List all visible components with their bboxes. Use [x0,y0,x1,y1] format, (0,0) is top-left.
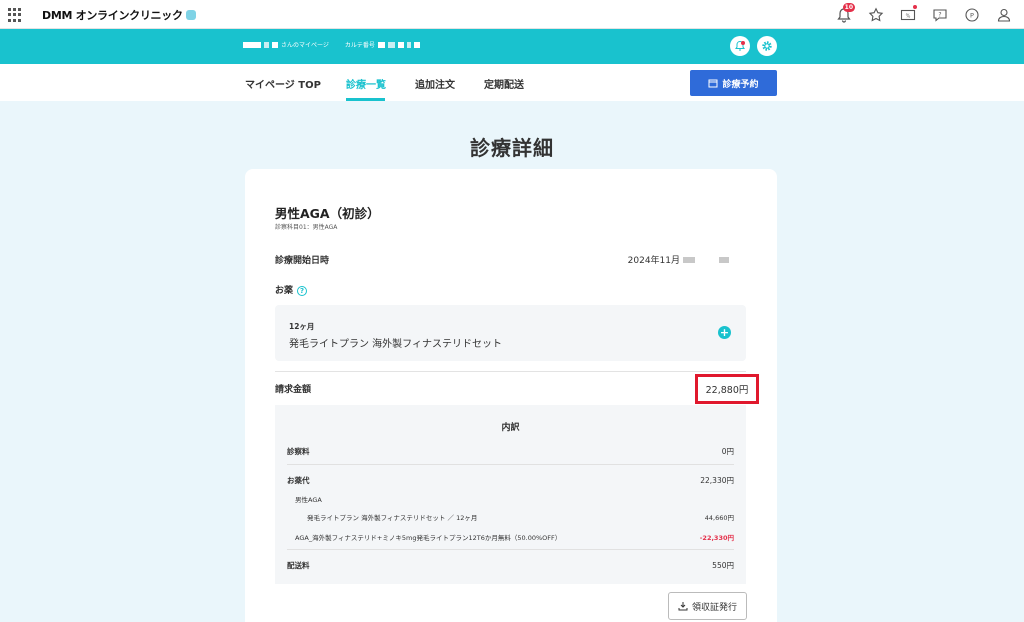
billing-label: 請求金額 [275,385,312,395]
brand-logo[interactable]: DMM オンラインクリニック [42,7,196,23]
consult-fee-row: 診察料 0円 [287,447,734,456]
divider [275,371,746,372]
medicine-label: お薬 [275,286,294,296]
main-nav: マイページ TOP 診療一覧 追加注文 定期配送 診療予約 [0,64,1024,101]
greeting: さんのマイページ カルテ番号 [243,40,420,49]
bell-icon[interactable]: 10 [834,3,855,25]
plan-title: 男性AGA（初診） [275,206,380,221]
billing-total-value: 22,880円 [695,374,759,404]
chart-number-label: カルテ番号 [344,42,375,49]
top-bar: DMM オンラインクリニック 10 % ? P [0,0,1024,29]
page-title: 診療詳細 [470,136,554,160]
star-icon[interactable] [866,5,886,25]
notification-count-badge: 10 [842,3,855,12]
consultation-detail-card: 男性AGA（初診） 診察科目01：男性AGA 診療開始日時 2024年11月 お… [245,169,777,622]
greeting-suffix: さんのマイページ [281,42,329,49]
divider [287,464,734,465]
breakdown-category: 男性AGA [295,496,322,504]
breakdown-item-row: 発毛ライトプラン 海外製フィナステリドセット ／ 12ヶ月 44,660円 [307,514,734,522]
shipping-fee-row: 配送料 550円 [287,561,734,570]
breakdown-title: 内訳 [501,423,520,433]
svg-text:?: ? [938,12,941,19]
medicine-name: 発毛ライトプラン 海外製フィナステリドセット [289,339,502,350]
chat-icon[interactable]: ? [930,5,950,25]
download-icon [678,602,688,611]
issue-receipt-button[interactable]: 領収証発行 [668,592,747,620]
active-tab-indicator [346,98,385,101]
nav-item-mypage-top[interactable]: マイページ TOP [245,76,321,91]
breakdown-box: 内訳 診察料 0円 お薬代 22,330円 男性AGA 発毛ライトプラン 海外製フィ… [275,405,746,584]
question-circle-icon[interactable]: ? [297,286,308,296]
svg-text:P: P [970,12,974,20]
grid-icon[interactable] [8,8,22,22]
medicine-fee-row: お薬代 22,330円 [287,476,734,485]
medicine-box[interactable]: 12ヶ月 発毛ライトプラン 海外製フィナステリドセット + [275,305,746,361]
plan-subtitle: 診察科目01：男性AGA [275,224,338,231]
nav-item-consultation-list[interactable]: 診療一覧 [346,76,386,91]
nav-item-regular-delivery[interactable]: 定期配送 [484,76,524,91]
medicine-duration: 12ヶ月 [289,322,315,331]
start-datetime-label: 診療開始日時 [275,256,330,266]
notification-icon[interactable] [730,36,750,56]
user-icon[interactable] [994,5,1014,25]
svg-text:%: % [906,14,911,20]
reserve-label: 診療予約 [722,79,759,90]
medicine-section: お薬? [275,283,308,296]
start-datetime-value: 2024年11月 [628,253,729,266]
percent-ticket-icon[interactable]: % [898,5,918,25]
plus-circle-icon[interactable]: + [718,326,731,339]
receipt-label: 領収証発行 [691,602,737,613]
breakdown-discount-row: AGA_海外製フィナステリド+ミノキ5mg発毛ライトプラン12T6か月無料（50… [295,534,734,542]
calendar-icon [708,79,718,88]
nav-item-additional-order[interactable]: 追加注文 [415,76,455,91]
mypage-header: さんのマイページ カルテ番号 [0,29,1024,64]
settings-icon[interactable] [757,36,777,56]
reserve-consultation-button[interactable]: 診療予約 [690,70,777,96]
points-icon[interactable]: P [962,5,982,25]
divider [287,549,734,550]
